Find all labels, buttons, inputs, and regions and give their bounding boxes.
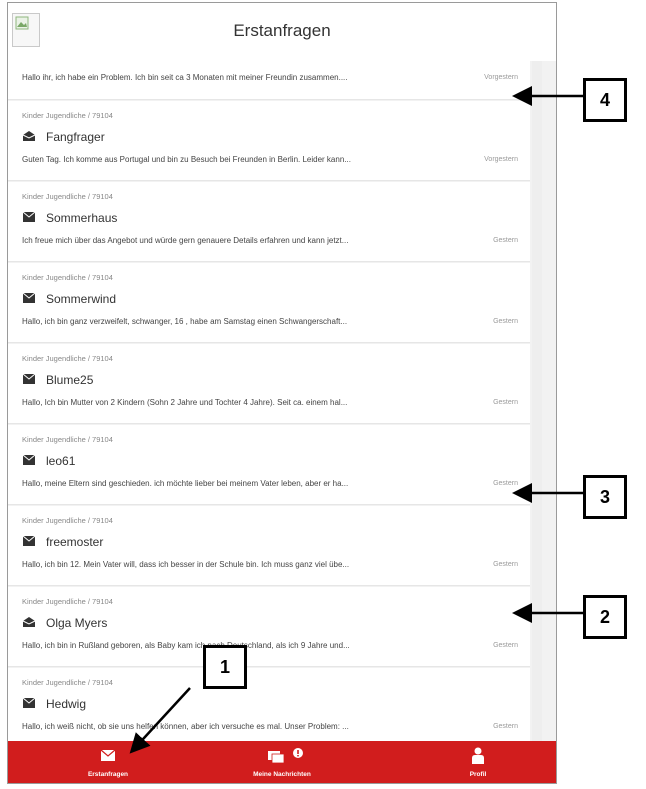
envelope-icon (22, 454, 36, 465)
category-label: Kinder Jugendliche / 79104 (22, 435, 113, 444)
message-preview: Guten Tag. Ich komme aus Portugal und bi… (22, 155, 351, 164)
envelope-open-icon (22, 131, 36, 141)
message-time: Vorgestern (484, 156, 518, 163)
callout-1: 1 (203, 645, 247, 689)
envelope-open-icon (22, 617, 36, 627)
message-time: Gestern (493, 723, 518, 730)
message-preview: Hallo ihr, ich habe ein Problem. Ich bin… (22, 73, 348, 82)
list-item[interactable]: Kinder Jugendliche / 79104 Hedwig Hallo,… (8, 668, 530, 741)
envelope-icon (22, 292, 36, 303)
list-item[interactable]: Kinder Jugendliche / 79104 Fangfrager Gu… (8, 101, 530, 181)
callout-3: 3 (583, 475, 627, 519)
category-label: Kinder Jugendliche / 79104 (22, 192, 113, 201)
callout-4: 4 (583, 78, 627, 122)
chat-bubbles-icon (268, 748, 303, 764)
bottom-tab-bar: Erstanfragen Meine Nachrichten Profil (8, 741, 556, 783)
message-time: Gestern (493, 642, 518, 649)
message-preview: Hallo, meine Eltern sind geschieden. ich… (22, 479, 349, 488)
callout-2: 2 (583, 595, 627, 639)
list-item[interactable]: Kinder Jugendliche / 79104 Sommerhaus Ic… (8, 182, 530, 262)
tab-label: Erstanfragen (87, 771, 129, 778)
user-name: Fangfrager (46, 130, 105, 144)
user-name: Blume25 (46, 373, 94, 387)
category-label: Kinder Jugendliche / 79104 (22, 516, 113, 525)
user-name: Hedwig (46, 697, 87, 711)
category-label: Kinder Jugendliche / 79104 (22, 678, 113, 687)
envelope-icon (100, 749, 116, 761)
tab-label: Profil (469, 771, 487, 778)
page-title: Erstanfragen (233, 21, 331, 40)
list-item[interactable]: Hallo ihr, ich habe ein Problem. Ich bin… (8, 61, 530, 100)
category-label: Kinder Jugendliche / 79104 (22, 273, 113, 282)
category-label: Kinder Jugendliche / 79104 (22, 354, 113, 363)
message-preview: Ich freue mich über das Angebot und würd… (22, 236, 349, 245)
person-icon (472, 747, 484, 764)
envelope-icon (22, 211, 36, 222)
user-name: Olga Myers (46, 616, 108, 630)
category-label: Kinder Jugendliche / 79104 (22, 111, 113, 120)
message-preview: Hallo, ich bin 12. Mein Vater will, dass… (22, 560, 350, 569)
inquiry-list[interactable]: Hallo ihr, ich habe ein Problem. Ich bin… (8, 61, 556, 741)
envelope-icon (22, 373, 36, 384)
list-item[interactable]: Kinder Jugendliche / 79104 Blume25 Hallo… (8, 344, 530, 424)
user-name: leo61 (46, 454, 76, 468)
message-preview: Hallo, ich weiß nicht, ob sie uns helfen… (22, 722, 349, 731)
message-time: Gestern (493, 399, 518, 406)
list-item[interactable]: Kinder Jugendliche / 79104 Sommerwind Ha… (8, 263, 530, 343)
message-time: Vorgestern (484, 74, 518, 81)
user-name: Sommerwind (46, 292, 117, 306)
envelope-icon (22, 697, 36, 708)
message-time: Gestern (493, 237, 518, 244)
tab-meine-nachrichten[interactable]: Meine Nachrichten (222, 741, 342, 783)
message-time: Gestern (493, 480, 518, 487)
header-bar: Erstanfragen (8, 3, 556, 62)
scrollbar[interactable] (532, 61, 542, 741)
list-item[interactable]: Kinder Jugendliche / 79104 leo61 Hallo, … (8, 425, 530, 505)
message-preview: Hallo, Ich bin Mutter von 2 Kindern (Soh… (22, 398, 348, 407)
tab-erstanfragen[interactable]: Erstanfragen (48, 741, 168, 783)
message-time: Gestern (493, 561, 518, 568)
category-label: Kinder Jugendliche / 79104 (22, 597, 113, 606)
tab-profil[interactable]: Profil (418, 741, 538, 783)
message-preview: Hallo, ich bin ganz verzweifelt, schwang… (22, 317, 348, 326)
user-name: freemoster (46, 535, 104, 549)
app-screen: Erstanfragen Hallo ihr, ich habe ein Pro… (7, 2, 557, 784)
list-item[interactable]: Kinder Jugendliche / 79104 freemoster Ha… (8, 506, 530, 586)
envelope-icon (22, 535, 36, 546)
tab-label: Meine Nachrichten (253, 771, 311, 778)
list-item[interactable]: Kinder Jugendliche / 79104 Olga Myers Ha… (8, 587, 530, 667)
message-time: Gestern (493, 318, 518, 325)
user-name: Sommerhaus (46, 211, 118, 225)
